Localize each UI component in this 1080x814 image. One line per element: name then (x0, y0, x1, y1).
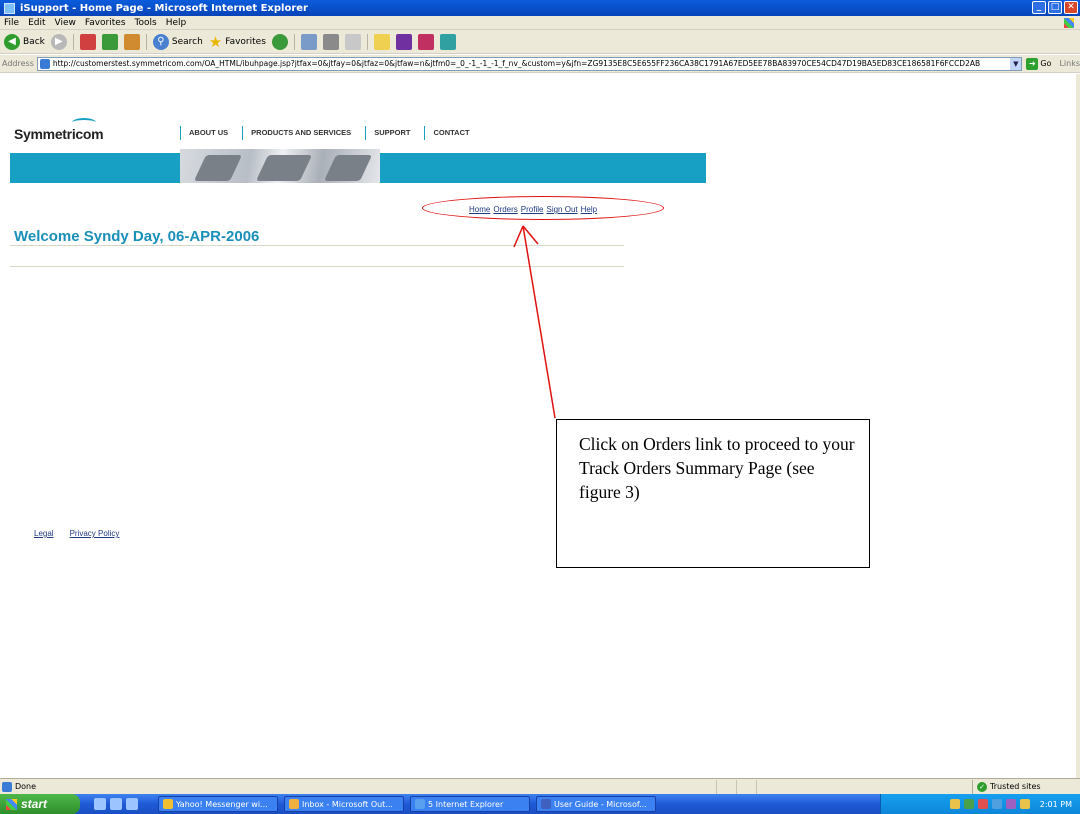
quick-launch-icon[interactable] (126, 798, 138, 810)
start-button[interactable]: start (0, 794, 80, 814)
callout-text: Click on Orders link to proceed to your … (579, 434, 855, 502)
annotation-callout: Click on Orders link to proceed to your … (556, 419, 870, 568)
tray-icon[interactable] (991, 799, 1002, 809)
ie-icon (415, 799, 425, 809)
clock[interactable]: 2:01 PM (1040, 800, 1072, 809)
task-word-user-guide[interactable]: User Guide - Microsof... (536, 796, 656, 812)
status-text: Done (15, 782, 37, 791)
status-cells (716, 779, 776, 794)
quick-launch (94, 798, 138, 810)
task-yahoo-messenger[interactable]: Yahoo! Messenger wi... (158, 796, 278, 812)
task-internet-explorer[interactable]: 5 Internet Explorer (410, 796, 530, 812)
windows-taskbar: start Yahoo! Messenger wi... Inbox - Mic… (0, 794, 1080, 814)
arrow-head-left (513, 225, 524, 248)
page-done-icon (2, 781, 12, 792)
tray-icon[interactable] (1005, 799, 1016, 809)
system-tray: 2:01 PM (880, 794, 1080, 814)
check-icon: ✓ (977, 781, 987, 792)
security-zone: ✓ Trusted sites (972, 779, 1080, 794)
tray-icon[interactable] (949, 799, 960, 809)
tray-icon[interactable] (963, 799, 974, 809)
word-icon (541, 799, 551, 809)
tray-icon[interactable] (1019, 799, 1030, 809)
quick-launch-icon[interactable] (94, 798, 106, 810)
zone-text: Trusted sites (990, 782, 1041, 791)
windows-flag-icon (6, 798, 17, 810)
arrow-shaft (522, 225, 556, 419)
quick-launch-icon[interactable] (110, 798, 122, 810)
annotation-arrow (513, 225, 556, 419)
status-bar: Done ✓ Trusted sites (0, 778, 1080, 794)
task-inbox-outlook[interactable]: Inbox - Microsoft Out... (284, 796, 404, 812)
outlook-icon (289, 799, 299, 809)
tray-icon[interactable] (977, 799, 988, 809)
yahoo-messenger-icon (163, 799, 173, 809)
